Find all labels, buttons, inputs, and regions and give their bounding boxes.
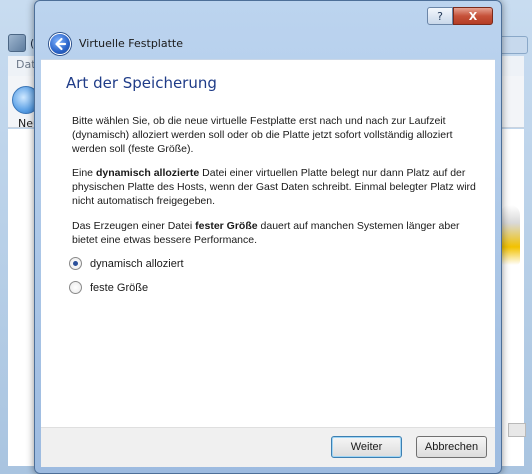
- option-dynamic-label[interactable]: dynamisch alloziert: [90, 258, 184, 270]
- dialog-title: Virtuelle Festplatte: [79, 37, 184, 50]
- next-button[interactable]: Weiter: [331, 436, 402, 458]
- description-paragraph-3: Das Erzeugen einer Datei fester Größe da…: [72, 219, 482, 247]
- radio-dynamic[interactable]: [69, 257, 82, 270]
- help-button[interactable]: ?: [427, 7, 453, 25]
- description-paragraph-1: Bitte wählen Sie, ob die neue virtuelle …: [72, 115, 453, 155]
- option-dynamic-row[interactable]: dynamisch alloziert: [69, 257, 184, 270]
- back-arrow-icon: [55, 37, 67, 51]
- background-window-controls[interactable]: [498, 36, 528, 54]
- cancel-button[interactable]: Abbrechen: [416, 436, 487, 458]
- virtual-disk-wizard-dialog: ? X Virtuelle Festplatte Art der Speiche…: [34, 0, 502, 474]
- wizard-content: Art der Speicherung Bitte wählen Sie, ob…: [41, 59, 495, 427]
- para2-text-before: Eine: [72, 167, 96, 179]
- background-scroll-button[interactable]: [508, 423, 526, 437]
- wizard-footer: Weiter Abbrechen: [41, 427, 495, 467]
- page-heading: Art der Speicherung: [66, 74, 217, 92]
- back-button[interactable]: [49, 33, 71, 55]
- background-mascot-icon: [500, 205, 520, 265]
- option-fixed-label[interactable]: feste Größe: [90, 282, 148, 294]
- close-button[interactable]: X: [453, 7, 493, 25]
- description-paragraph-2: Eine dynamisch allozierte Datei einer vi…: [72, 166, 482, 208]
- option-fixed-row[interactable]: feste Größe: [69, 281, 148, 294]
- para3-text-before: Das Erzeugen einer Datei: [72, 220, 196, 232]
- background-menu-file[interactable]: Dat: [16, 58, 36, 71]
- para2-bold-term: dynamisch allozierte: [95, 167, 200, 179]
- title-buttons: ? X: [427, 7, 493, 25]
- wizard-header: Virtuelle Festplatte: [41, 29, 495, 59]
- virtualbox-app-icon: [8, 34, 26, 52]
- radio-fixed[interactable]: [69, 281, 82, 294]
- para3-bold-term: fester Größe: [195, 220, 258, 232]
